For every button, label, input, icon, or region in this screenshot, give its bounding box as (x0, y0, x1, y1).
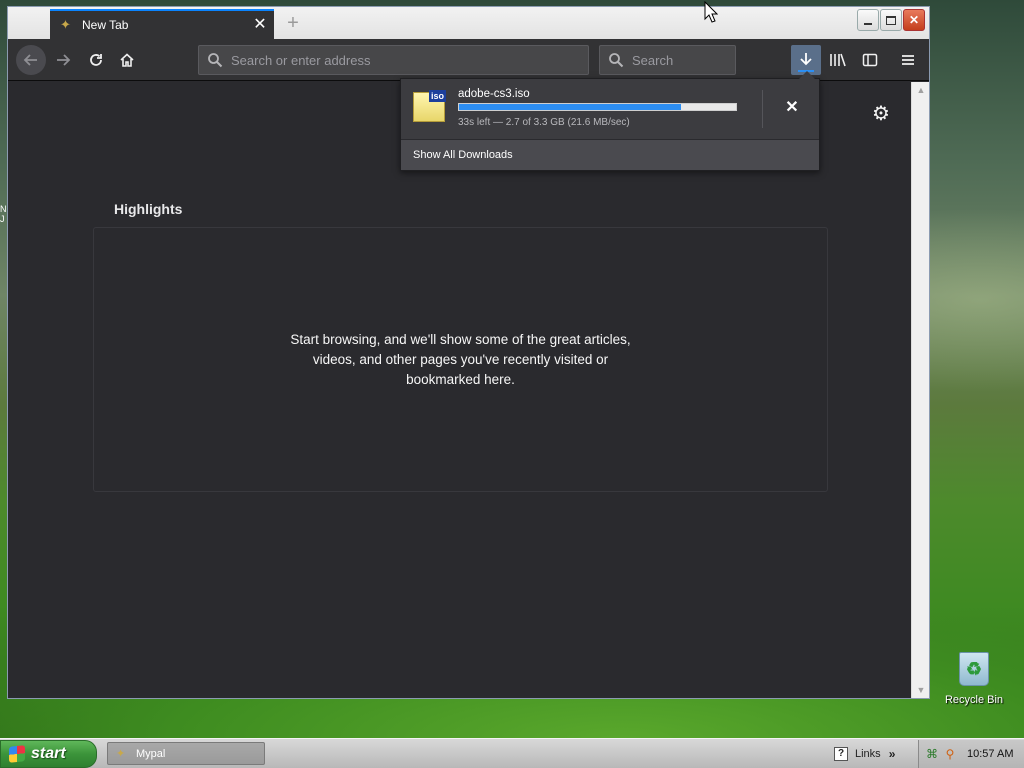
tab-title: New Tab (82, 18, 129, 32)
highlights-empty-message: Start browsing, and we'll show some of t… (290, 331, 631, 387)
url-input[interactable] (231, 52, 588, 68)
close-window-button[interactable]: ✕ (903, 9, 925, 31)
window-controls: ✕ (857, 9, 925, 31)
download-progress-fill (459, 104, 681, 110)
download-divider (762, 90, 763, 128)
search-icon (207, 52, 223, 68)
tab-new-tab[interactable]: ✦ New Tab ✕ (50, 9, 274, 39)
mouse-pointer-icon (704, 1, 718, 23)
maximize-icon (886, 15, 896, 25)
search-input[interactable] (632, 52, 735, 68)
highlights-heading: Highlights (114, 201, 183, 217)
taskbar-button-mypal[interactable]: ✦ Mypal (107, 742, 265, 765)
clock[interactable]: 10:57 AM (967, 748, 1013, 760)
download-item[interactable]: iso adobe-cs3.iso 33s left — 2.7 of 3.3 … (401, 79, 819, 139)
chevron-right-icon[interactable]: » (889, 747, 896, 761)
back-button[interactable] (16, 45, 46, 75)
show-all-downloads-button[interactable]: Show All Downloads (401, 139, 819, 170)
iso-file-icon: iso (413, 90, 446, 122)
arrow-left-icon (23, 54, 37, 66)
search-tray-icon[interactable]: ⚲ (943, 747, 957, 761)
url-bar[interactable] (198, 45, 589, 75)
highlights-section: Start browsing, and we'll show some of t… (93, 227, 828, 492)
tab-bar: ✦ New Tab ✕ + ✕ (8, 7, 929, 39)
minimize-icon (864, 23, 872, 25)
sidebar-icon (862, 53, 878, 67)
download-progress-bar (458, 103, 737, 111)
start-button[interactable]: start (0, 740, 97, 768)
cancel-download-icon[interactable]: ✕ (782, 98, 802, 118)
recycle-bin[interactable]: ♻ Recycle Bin (938, 652, 1010, 706)
system-tray: ⌘ ⚲ 10:57 AM (918, 740, 1024, 768)
new-tab-button[interactable]: + (282, 12, 304, 34)
links-label: Links (855, 748, 881, 760)
reload-icon (90, 54, 102, 66)
gear-icon[interactable]: ⚙ (870, 103, 892, 125)
links-toolbar[interactable]: ? Links » (834, 742, 912, 766)
recycle-bin-icon[interactable]: ♻ (959, 652, 989, 686)
scroll-up-icon[interactable]: ▲ (912, 82, 930, 98)
arrow-right-icon (57, 54, 71, 66)
forward-button[interactable] (48, 45, 78, 75)
home-icon (120, 53, 134, 67)
menu-button[interactable] (893, 45, 923, 75)
download-status: 33s left — 2.7 of 3.3 GB (21.6 MB/sec) (458, 117, 630, 128)
home-button[interactable] (112, 45, 142, 75)
windows-logo-icon (9, 745, 25, 763)
downloads-panel: iso adobe-cs3.iso 33s left — 2.7 of 3.3 … (400, 71, 820, 171)
new-tab-page: ⚙ Highlights Start browsing, and we'll s… (8, 82, 911, 698)
help-icon[interactable]: ? (834, 747, 848, 761)
taskbar: start ✦ Mypal ? Links » ⌘ ⚲ 10:57 AM (0, 738, 1024, 768)
file-type-tag: iso (428, 90, 446, 102)
vertical-scrollbar[interactable]: ▲ ▼ (911, 82, 929, 698)
start-label: start (31, 745, 66, 762)
hamburger-menu-icon (902, 55, 914, 65)
network-icon[interactable]: ⌘ (925, 747, 939, 761)
reload-button[interactable] (81, 45, 111, 75)
mypal-icon: ✦ (60, 17, 71, 32)
maximize-button[interactable] (880, 9, 902, 31)
library-icon (830, 53, 846, 67)
taskbar-button-label: Mypal (136, 747, 166, 760)
search-bar[interactable] (599, 45, 736, 75)
library-button[interactable] (823, 45, 853, 75)
download-arrow-icon (800, 53, 812, 66)
sidebar-toggle-button[interactable] (855, 45, 885, 75)
minimize-button[interactable] (857, 9, 879, 31)
scroll-down-icon[interactable]: ▼ (912, 682, 930, 698)
mypal-icon: ✦ (116, 747, 126, 760)
recycle-bin-label: Recycle Bin (944, 694, 1004, 706)
close-tab-icon[interactable]: ✕ (250, 15, 270, 35)
nav-toolbar (8, 39, 929, 81)
download-filename: adobe-cs3.iso (458, 88, 530, 100)
desktop-icon-label-fragment: N J (0, 204, 7, 224)
search-icon (608, 52, 624, 68)
